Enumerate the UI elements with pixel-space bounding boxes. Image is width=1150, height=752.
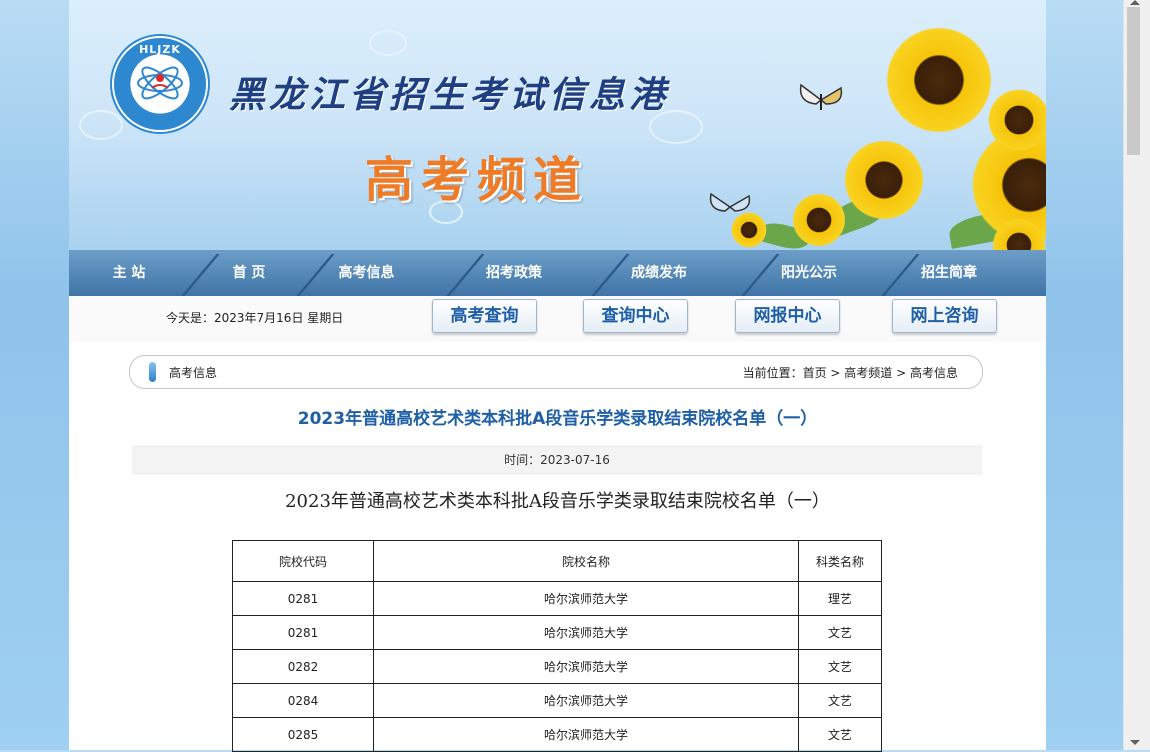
article-subtitle: 2023年普通高校艺术类本科批A段音乐学类录取结束院校名单（一） (285, 491, 830, 512)
school-code-cell: 0284 (232, 683, 374, 718)
category-cell: 文艺 (798, 683, 882, 718)
nav-item-scores[interactable]: 成绩发布 (614, 250, 704, 296)
breadcrumb-link-section[interactable]: 高考信息 (910, 366, 958, 380)
breadcrumb-separator: > (892, 366, 910, 380)
article-time: 时间：2023-07-16 (132, 445, 982, 475)
scroll-down-icon[interactable] (1130, 740, 1140, 745)
school-name-cell: 哈尔滨师范大学 (373, 717, 799, 752)
site-banner: HLJZK 黑龙江省招生考试信息港 高考频道 (69, 0, 1046, 250)
nav-item-policy[interactable]: 招考政策 (469, 250, 559, 296)
quick-links-bar: 今天是：2023年7月16日 星期日 高考查询 查询中心 网报中心 网上咨询 (69, 296, 1046, 342)
channel-title: 高考频道 (365, 152, 590, 208)
today-date: 今天是：2023年7月16日 星期日 (166, 311, 344, 325)
school-name-cell: 哈尔滨师范大学 (373, 683, 799, 718)
breadcrumb-separator: > (826, 366, 845, 380)
section-marker-icon (149, 362, 156, 382)
breadcrumb-link-home[interactable]: 首页 (803, 366, 827, 380)
school-name-cell: 哈尔滨师范大学 (373, 581, 799, 616)
article-title: 2023年普通高校艺术类本科批A段音乐学类录取结束院校名单（一） (297, 409, 818, 429)
sunflower-image (839, 135, 929, 225)
category-cell: 文艺 (798, 649, 882, 684)
school-name-cell: 哈尔滨师范大学 (373, 649, 799, 684)
school-code-cell: 0282 (232, 649, 374, 684)
scroll-up-icon[interactable] (1130, 0, 1140, 5)
gaokao-query-button[interactable]: 高考查询 (432, 299, 537, 333)
school-code-cell: 0281 (232, 581, 374, 616)
sunflower-image (879, 20, 999, 140)
table-row: 0281 哈尔滨师范大学 理艺 (232, 581, 882, 616)
logo-emblem-icon (137, 66, 183, 100)
sunflower-image (789, 190, 849, 250)
school-code-cell: 0285 (232, 717, 374, 752)
query-center-button[interactable]: 查询中心 (583, 299, 688, 333)
column-header: 院校名称 (373, 540, 799, 582)
online-consult-button[interactable]: 网上咨询 (892, 299, 997, 333)
column-header: 院校代码 (232, 540, 374, 582)
breadcrumb-bar: 高考信息 当前位置：首页 > 高考频道 > 高考信息 (129, 355, 983, 389)
table-header-row: 院校代码 院校名称 科类名称 (232, 540, 882, 582)
table-row: 0284 哈尔滨师范大学 文艺 (232, 683, 882, 718)
nav-item-home[interactable]: 首 页 (204, 250, 294, 296)
online-registration-button[interactable]: 网报中心 (735, 299, 840, 333)
column-header: 科类名称 (798, 540, 882, 582)
table-row: 0282 哈尔滨师范大学 文艺 (232, 649, 882, 684)
school-code-cell: 0281 (232, 615, 374, 650)
vertical-scrollbar[interactable] (1123, 0, 1150, 750)
scrollbar-thumb[interactable] (1127, 7, 1140, 155)
section-label: 高考信息 (169, 366, 218, 380)
site-title: 黑龙江省招生考试信息港 (229, 74, 670, 116)
category-cell: 理艺 (798, 581, 882, 616)
page-container: HLJZK 黑龙江省招生考试信息港 高考频道 主 站 首 页 高考信息 招考政策… (69, 0, 1046, 752)
table-row: 0281 哈尔滨师范大学 文艺 (232, 615, 882, 650)
school-name-cell: 哈尔滨师范大学 (373, 615, 799, 650)
butterfly-icon (709, 192, 751, 212)
breadcrumb: 当前位置：首页 > 高考频道 > 高考信息 (743, 364, 958, 381)
site-logo[interactable]: HLJZK (114, 38, 206, 130)
butterfly-icon (799, 83, 843, 110)
nav-item-main-site[interactable]: 主 站 (89, 250, 169, 296)
nav-item-admission-guide[interactable]: 招生简章 (904, 250, 994, 296)
main-nav: 主 站 首 页 高考信息 招考政策 成绩发布 阳光公示 招生简章 (69, 250, 1046, 296)
category-cell: 文艺 (798, 717, 882, 752)
sunflower-image (984, 85, 1046, 155)
breadcrumb-prefix: 当前位置： (742, 366, 803, 380)
breadcrumb-link-channel[interactable]: 高考频道 (844, 366, 892, 380)
admission-table: 院校代码 院校名称 科类名称 0281 哈尔滨师范大学 理艺 0281 哈尔滨师… (232, 540, 882, 752)
table-row: 0285 哈尔滨师范大学 文艺 (232, 717, 882, 752)
logo-abbreviation: HLJZK (139, 43, 181, 56)
category-cell: 文艺 (798, 615, 882, 650)
nav-item-public-notice[interactable]: 阳光公示 (764, 250, 854, 296)
nav-item-gaokao-info[interactable]: 高考信息 (319, 250, 414, 296)
